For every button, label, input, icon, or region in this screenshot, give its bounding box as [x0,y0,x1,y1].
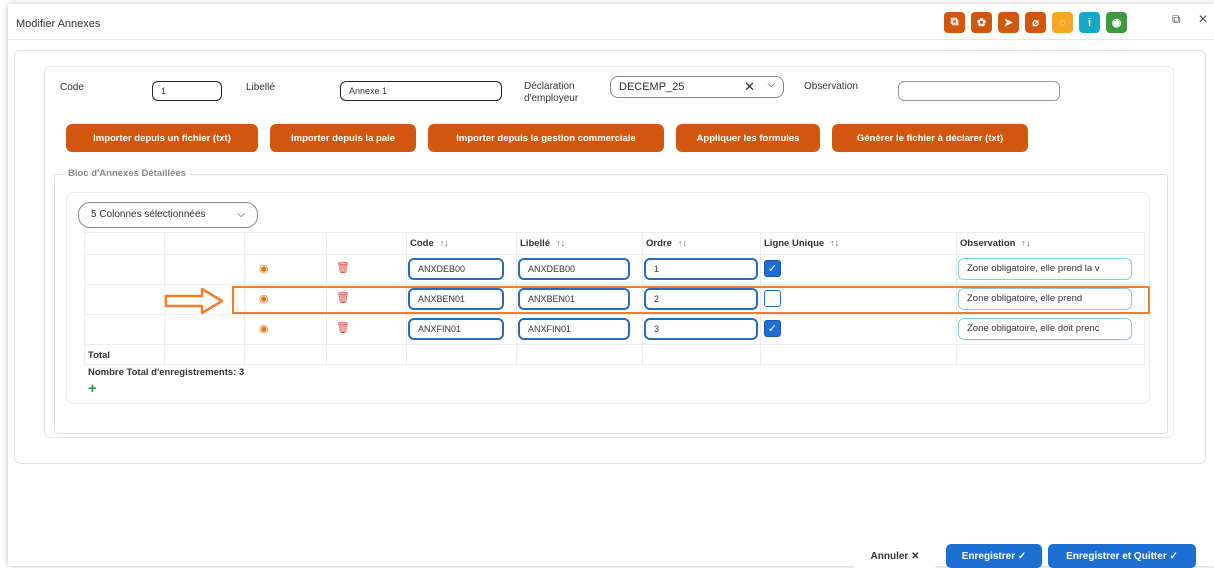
columns-selector-label: 5 Colonnes sélectionnées [91,209,206,220]
cancel-button[interactable]: Annuler ✕ [852,544,938,568]
clear-icon[interactable]: ✕ [744,79,755,95]
header-code[interactable]: Code ↑↓ [410,238,449,249]
row-observation-input[interactable]: Zone obligatoire, elle prend la v [958,258,1132,280]
sort-icon[interactable]: ↑↓ [440,238,449,248]
eye-icon[interactable]: ◉ [1106,12,1127,33]
apply-formulas-button[interactable]: Appliquer les formules [676,124,820,152]
row-libelle-input[interactable]: ANXDEB00 [518,258,630,280]
declaration-label-line2: d'employeur [524,93,579,104]
grid-line [84,232,85,366]
info-icon[interactable]: i [1079,12,1100,33]
header-observation[interactable]: Observation ↑↓ [960,238,1030,249]
sort-icon[interactable]: ↑↓ [830,238,839,248]
comment-icon[interactable]: ◌ [1052,12,1073,33]
declaration-label-line1: Déclaration [524,81,575,92]
grid-line [84,284,1144,285]
observation-field[interactable] [898,81,1060,101]
trash-icon[interactable]: 🗑 [336,321,350,334]
title-bar: Modifier Annexes ⧉ ✿ ➤ ⌀ ◌ i ◉ ⧉ ✕ [8,4,1214,40]
grid-line [84,314,1144,315]
save-and-quit-button[interactable]: Enregistrer et Quitter ✓ [1048,544,1196,568]
row-libelle-input[interactable]: ANXFIN01 [518,318,630,340]
libelle-label: Libellé [246,82,275,93]
window-title: Modifier Annexes [16,18,101,30]
header-ligne-unique[interactable]: Ligne Unique ↑↓ [764,238,839,249]
row-ordre-input[interactable]: 1 [644,258,758,280]
grid-line [84,364,1144,365]
declaration-select[interactable]: DECEMP_25 ✕ ⌵ [610,76,784,98]
header-observation-label: Observation [960,238,1016,249]
sort-icon[interactable]: ↑↓ [678,238,687,248]
chevron-down-icon[interactable]: ⌵ [767,79,775,90]
code-label: Code [60,82,84,93]
header-ordre-label: Ordre [646,238,672,249]
row-code-input[interactable]: ANXDEB00 [408,258,504,280]
maximize-icon[interactable]: ⧉ [1172,12,1181,27]
chevron-down-icon: ⌵ [237,209,245,220]
declaration-label: Déclaration d'employeur [524,81,578,105]
ligne-unique-checkbox[interactable]: ✓ [764,260,781,277]
import-paie-button[interactable]: Importer depuis la paie [270,124,416,152]
toolbar-icons: ⧉ ✿ ➤ ⌀ ◌ i ◉ [944,12,1127,33]
row-ordre-input[interactable]: 3 [644,318,758,340]
layers-icon[interactable]: ⧉ [944,12,965,33]
add-icon[interactable]: + [88,380,97,397]
view-icon[interactable]: ◉ [259,322,269,335]
code-field[interactable]: 1 [152,81,222,101]
send-icon[interactable]: ➤ [998,12,1019,33]
arrow-right-icon [164,287,224,315]
grid-line [84,254,1144,255]
view-icon[interactable]: ◉ [259,262,269,275]
ligne-unique-checkbox[interactable]: ✓ [764,320,781,337]
save-button[interactable]: Enregistrer ✓ [946,544,1042,568]
row-observation-input[interactable]: Zone obligatoire, elle doit prenc [958,318,1132,340]
header-ordre[interactable]: Ordre ↑↓ [646,238,687,249]
observation-label: Observation [804,81,858,92]
import-file-button[interactable]: Importer depuis un fichier (txt) [66,124,258,152]
total-label: Total [88,350,110,361]
header-libelle[interactable]: Libellé ↑↓ [520,238,565,249]
header-libelle-label: Libellé [520,238,551,249]
generate-file-button[interactable]: Générer le fichier à déclarer (txt) [832,124,1028,152]
grid-line [84,232,1144,233]
header-ligne-unique-label: Ligne Unique [764,238,825,249]
attachment-icon[interactable]: ⌀ [1025,12,1046,33]
settings-icon[interactable]: ✿ [971,12,992,33]
trash-icon[interactable]: 🗑 [336,261,350,274]
sort-icon[interactable]: ↑↓ [556,238,565,248]
columns-selector[interactable]: 5 Colonnes sélectionnées ⌵ [78,202,258,228]
row-highlight-frame [232,286,1150,314]
record-count: Nombre Total d'enregistrements: 3 [88,367,245,378]
row-code-input[interactable]: ANXFIN01 [408,318,504,340]
grid-line [84,344,1144,345]
import-gestion-button[interactable]: Importer depuis la gestion commerciale [428,124,664,152]
header-code-label: Code [410,238,434,249]
declaration-value: DECEMP_25 [619,81,685,93]
sort-icon[interactable]: ↑↓ [1021,238,1030,248]
close-icon[interactable]: ✕ [1198,12,1208,26]
bloc-legend: Bloc d'Annexes Détaillées [64,168,190,179]
libelle-field[interactable]: Annexe 1 [340,81,502,101]
